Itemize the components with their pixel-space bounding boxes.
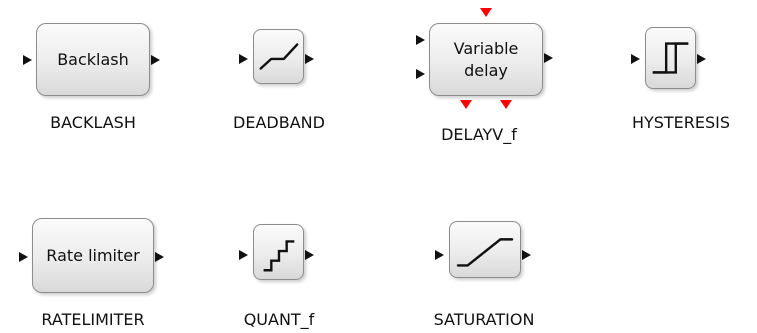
backlash-input-port[interactable] — [23, 55, 32, 65]
hysteresis-output-port[interactable] — [697, 54, 706, 64]
deadband-icon — [259, 43, 299, 70]
staircase-icon — [263, 240, 295, 272]
ratelimiter-block[interactable]: Rate limiter — [32, 218, 154, 293]
variable-delay-event-output-port-2[interactable] — [500, 100, 512, 109]
hysteresis-icon — [652, 42, 689, 74]
deadband-label: DEADBAND — [233, 113, 325, 132]
ratelimiter-label: RATELIMITER — [41, 310, 145, 329]
deadband-input-port[interactable] — [239, 54, 248, 64]
variable-delay-block[interactable]: Variable delay — [429, 23, 543, 96]
variable-delay-event-output-port-1[interactable] — [460, 100, 472, 109]
saturation-label: SATURATION — [433, 310, 535, 329]
deadband-output-port[interactable] — [305, 54, 314, 64]
ratelimiter-block-text: Rate limiter — [46, 245, 140, 265]
backlash-label: BACKLASH — [50, 113, 136, 132]
palette-canvas: { "blocks": { "backlash": { "text": "Bac… — [0, 0, 757, 333]
hysteresis-block[interactable] — [645, 27, 696, 89]
quantization-block[interactable] — [253, 224, 304, 280]
ratelimiter-output-port[interactable] — [155, 252, 164, 262]
variable-delay-event-input-port[interactable] — [480, 8, 492, 17]
hysteresis-label: HYSTERESIS — [631, 113, 731, 132]
variable-delay-input-port-1[interactable] — [416, 35, 425, 45]
hysteresis-input-port[interactable] — [631, 54, 640, 64]
quantization-input-port[interactable] — [239, 250, 248, 260]
ratelimiter-input-port[interactable] — [19, 252, 28, 262]
backlash-block-text: Backlash — [57, 49, 129, 69]
backlash-output-port[interactable] — [151, 55, 160, 65]
backlash-block[interactable]: Backlash — [36, 23, 150, 96]
variable-delay-label: DELAYV_f — [441, 125, 517, 144]
deadband-block[interactable] — [253, 29, 304, 84]
saturation-output-port[interactable] — [522, 250, 531, 260]
quantization-output-port[interactable] — [305, 250, 314, 260]
variable-delay-output-port[interactable] — [544, 53, 553, 63]
saturation-block[interactable] — [449, 221, 521, 278]
saturation-input-port[interactable] — [435, 250, 444, 260]
variable-delay-block-text: Variable delay — [453, 38, 519, 80]
variable-delay-input-port-2[interactable] — [416, 69, 425, 79]
quantization-label: QUANT_f — [243, 310, 315, 329]
saturation-icon — [456, 238, 514, 267]
